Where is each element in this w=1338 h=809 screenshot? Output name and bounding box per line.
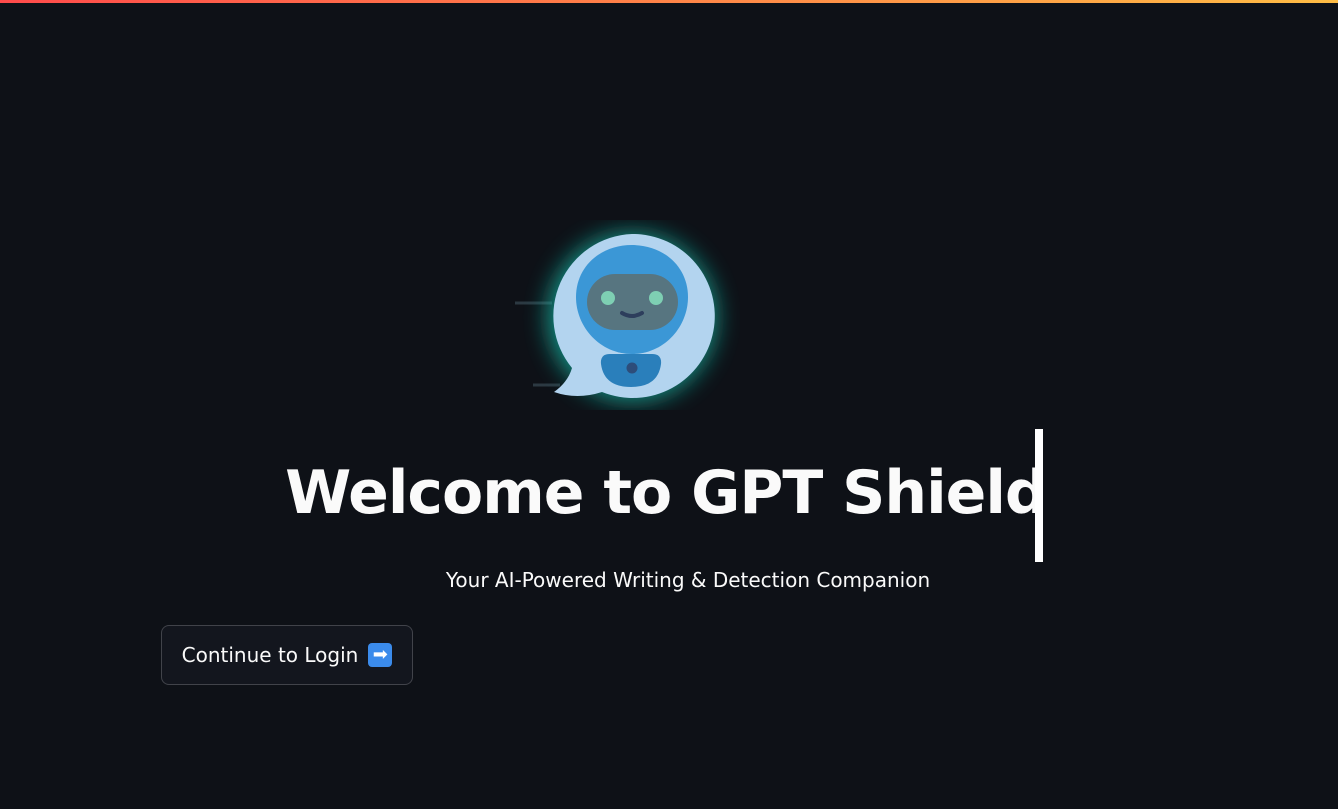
right-arrow-emoji-icon: ➡ [368, 643, 393, 667]
continue-to-login-button[interactable]: Continue to Login ➡ [161, 625, 413, 685]
robot-chat-bubble-icon [515, 233, 716, 401]
continue-label: Continue to Login [181, 643, 359, 667]
page-title: Welcome to GPT Shield [285, 458, 1048, 528]
typing-cursor [1035, 429, 1043, 562]
top-accent-bar [0, 0, 1338, 3]
page-subtitle: Your AI-Powered Writing & Detection Comp… [445, 568, 931, 592]
